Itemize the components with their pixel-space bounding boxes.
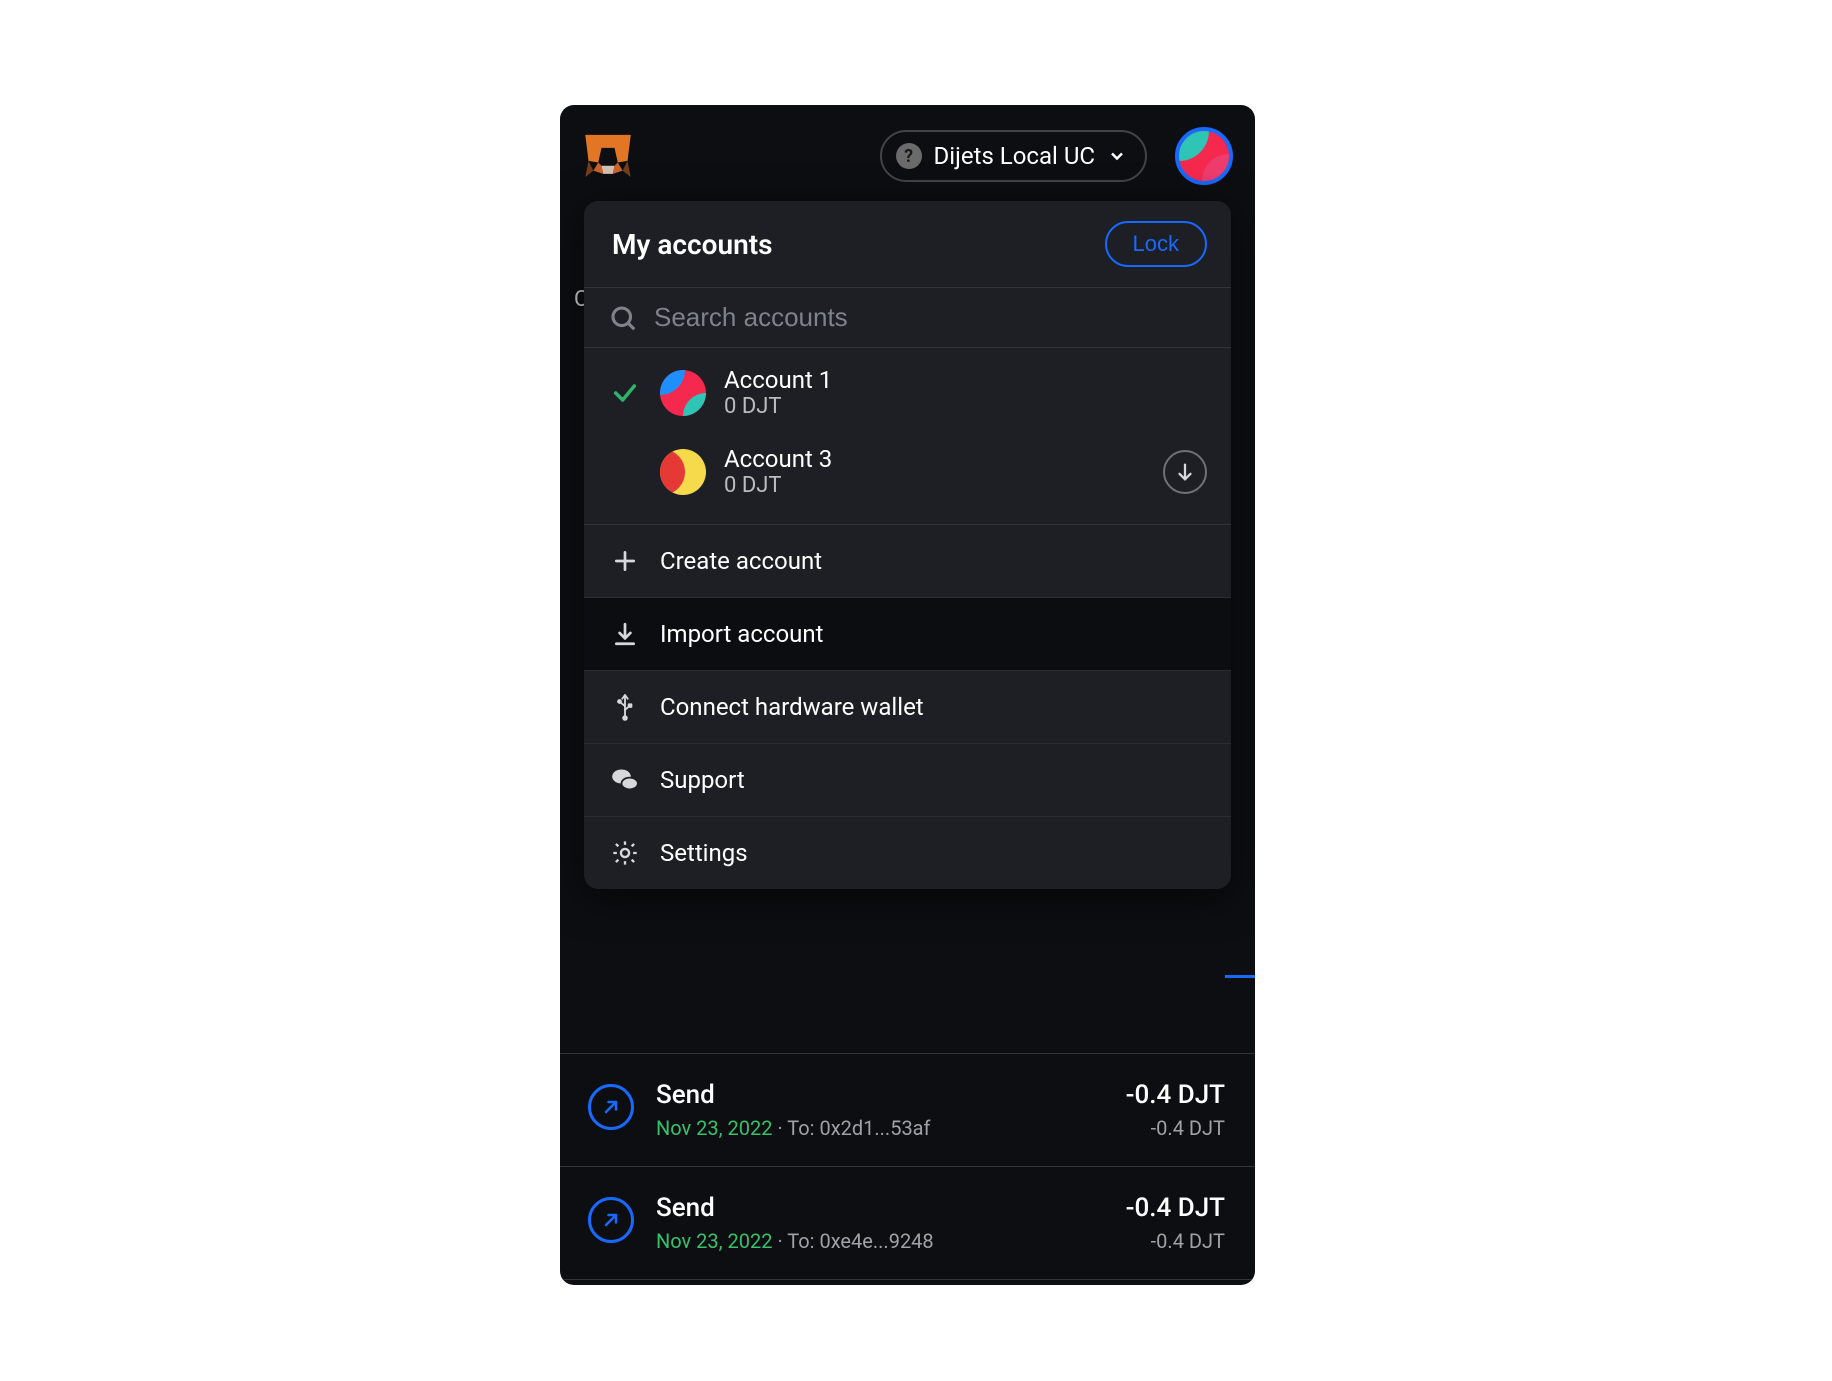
account-name: Account 3 bbox=[724, 445, 832, 473]
transaction-date: Nov 23, 2022 bbox=[656, 1229, 773, 1253]
arrow-up-right-icon bbox=[601, 1097, 621, 1117]
download-icon bbox=[610, 621, 640, 647]
transaction-title: Send bbox=[656, 1080, 1104, 1110]
transaction-to: To: 0x2d1...53af bbox=[787, 1116, 930, 1140]
search-row bbox=[584, 287, 1231, 348]
transaction-amounts: -0.4 DJT -0.4 DJT bbox=[1126, 1080, 1225, 1140]
arrow-up-right-icon bbox=[601, 1210, 621, 1230]
profile-avatar[interactable] bbox=[1175, 127, 1233, 185]
transaction-list: Send Nov 23, 2022 · To: 0x2d1...53af -0.… bbox=[560, 1053, 1255, 1280]
account-avatar bbox=[660, 449, 706, 495]
account-name: Account 1 bbox=[724, 366, 832, 394]
connect-hardware-item[interactable]: Connect hardware wallet bbox=[584, 671, 1231, 744]
account-item[interactable]: Account 3 0 DJT bbox=[584, 437, 1231, 524]
transaction-amount: -0.4 DJT bbox=[1126, 1080, 1225, 1110]
transaction-date: Nov 23, 2022 bbox=[656, 1116, 773, 1140]
wallet-header: ? Dijets Local UC bbox=[560, 105, 1255, 193]
transaction-body: Send Nov 23, 2022 · To: 0x2d1...53af bbox=[656, 1080, 1104, 1140]
dropdown-menu: Create account Import account bbox=[584, 524, 1231, 889]
menu-label: Support bbox=[660, 766, 745, 794]
transaction-title: Send bbox=[656, 1193, 1104, 1223]
transaction-subtitle: Nov 23, 2022 · To: 0x2d1...53af bbox=[656, 1116, 1104, 1140]
question-icon: ? bbox=[896, 143, 922, 169]
menu-label: Settings bbox=[660, 839, 748, 867]
scroll-down-button[interactable] bbox=[1163, 450, 1207, 494]
arrow-down-icon bbox=[1174, 461, 1196, 483]
accounts-dropdown: My accounts Lock Accoun bbox=[584, 201, 1231, 889]
network-selector[interactable]: ? Dijets Local UC bbox=[880, 130, 1147, 182]
wallet-window: ? Dijets Local UC C My accounts Lock bbox=[560, 105, 1255, 1285]
transaction-amount-sub: -0.4 DJT bbox=[1126, 1229, 1225, 1253]
transaction-amount-sub: -0.4 DJT bbox=[1126, 1116, 1225, 1140]
lock-button[interactable]: Lock bbox=[1105, 221, 1207, 267]
plus-icon bbox=[610, 548, 640, 574]
menu-label: Connect hardware wallet bbox=[660, 693, 924, 721]
send-icon-circle bbox=[588, 1084, 634, 1130]
settings-item[interactable]: Settings bbox=[584, 817, 1231, 889]
dropdown-header: My accounts Lock bbox=[584, 201, 1231, 287]
transaction-to: To: 0xe4e...9248 bbox=[787, 1229, 933, 1253]
import-account-item[interactable]: Import account bbox=[584, 598, 1231, 671]
check-icon bbox=[611, 379, 639, 407]
account-balance: 0 DJT bbox=[724, 473, 832, 498]
account-info: Account 1 0 DJT bbox=[724, 366, 832, 419]
metamask-logo bbox=[582, 130, 634, 182]
account-selected-check bbox=[608, 379, 642, 407]
transaction-subtitle: Nov 23, 2022 · To: 0xe4e...9248 bbox=[656, 1229, 1104, 1253]
search-input[interactable] bbox=[654, 302, 1207, 333]
transaction-item[interactable]: Send Nov 23, 2022 · To: 0xe4e...9248 -0.… bbox=[560, 1167, 1255, 1280]
tab-indicator bbox=[1225, 975, 1255, 978]
send-icon-circle bbox=[588, 1197, 634, 1243]
accounts-list: Account 1 0 DJT Account 3 0 DJT bbox=[584, 348, 1231, 524]
create-account-item[interactable]: Create account bbox=[584, 525, 1231, 598]
account-item[interactable]: Account 1 0 DJT bbox=[584, 348, 1231, 437]
search-icon bbox=[608, 303, 638, 333]
menu-label: Create account bbox=[660, 547, 822, 575]
usb-icon bbox=[610, 693, 640, 721]
chevron-down-icon bbox=[1107, 146, 1127, 166]
network-label: Dijets Local UC bbox=[934, 142, 1095, 170]
gear-icon bbox=[610, 839, 640, 867]
transaction-amount: -0.4 DJT bbox=[1126, 1193, 1225, 1223]
support-item[interactable]: Support bbox=[584, 744, 1231, 817]
menu-label: Import account bbox=[660, 620, 823, 648]
transaction-item[interactable]: Send Nov 23, 2022 · To: 0x2d1...53af -0.… bbox=[560, 1053, 1255, 1167]
transaction-amounts: -0.4 DJT -0.4 DJT bbox=[1126, 1193, 1225, 1253]
account-balance: 0 DJT bbox=[724, 394, 832, 419]
dropdown-title: My accounts bbox=[612, 228, 773, 261]
account-info: Account 3 0 DJT bbox=[724, 445, 832, 498]
account-avatar bbox=[660, 370, 706, 416]
chat-icon bbox=[610, 766, 640, 794]
transaction-body: Send Nov 23, 2022 · To: 0xe4e...9248 bbox=[656, 1193, 1104, 1253]
